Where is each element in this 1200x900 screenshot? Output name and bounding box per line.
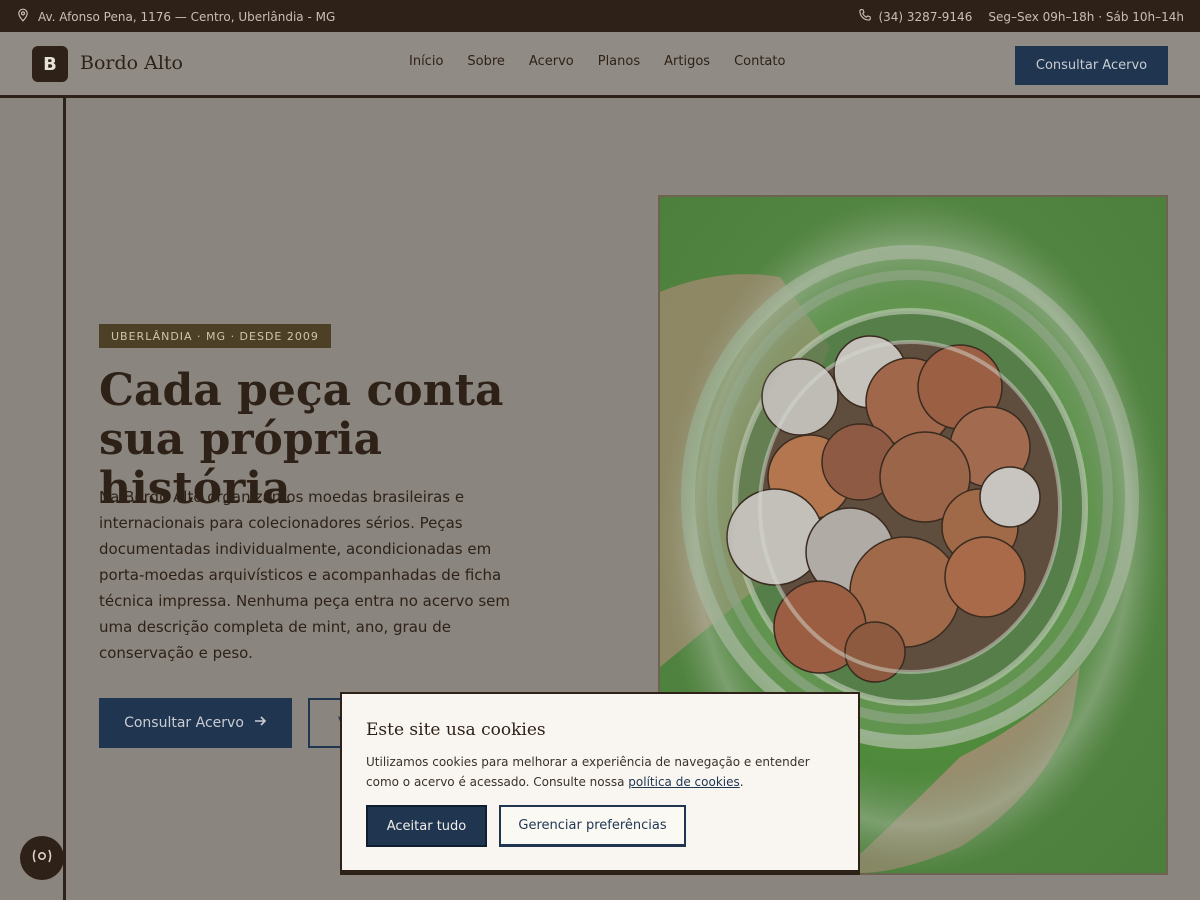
brand-name[interactable]: Bordo Alto — [80, 52, 183, 74]
cookie-text: Utilizamos cookies para melhorar a exper… — [366, 755, 810, 789]
map-pin-icon — [16, 8, 30, 25]
hero-consult-button[interactable]: Consultar Acervo — [99, 698, 292, 748]
nav-item-planos[interactable]: Planos — [598, 54, 640, 69]
nav-item-inicio[interactable]: Início — [409, 54, 443, 69]
nav-item-artigos[interactable]: Artigos — [664, 54, 710, 69]
accept-all-button[interactable]: Aceitar tudo — [366, 805, 487, 847]
location-tagline: UBERLÂNDIA · MG · DESDE 2009 — [99, 324, 331, 348]
nav-item-acervo[interactable]: Acervo — [529, 54, 574, 69]
top-info-bar: Av. Afonso Pena, 1176 — Centro, Uberlând… — [0, 0, 1200, 32]
logo-mark[interactable]: B — [32, 46, 68, 82]
phone-text: (34) 3287-9146 — [878, 9, 973, 24]
main-nav: Início Sobre Acervo Planos Artigos Conta… — [409, 54, 785, 69]
manage-preferences-button[interactable]: Gerenciar preferências — [499, 805, 686, 847]
phone-block[interactable]: (34) 3287-9146 — [858, 8, 972, 25]
cookie-title: Este site usa cookies — [366, 720, 546, 740]
privacy-widget-icon — [31, 848, 53, 868]
headline-line-1: Cada peça conta — [99, 365, 504, 416]
floating-widget-button[interactable] — [20, 836, 64, 880]
decorative-vertical-line — [63, 98, 66, 900]
address-block: Av. Afonso Pena, 1176 — Centro, Uberlând… — [16, 8, 335, 25]
phone-icon — [858, 8, 872, 25]
header-consult-button[interactable]: Consultar Acervo — [1015, 46, 1168, 85]
cookie-policy-link[interactable]: política de cookies — [628, 775, 739, 789]
cookie-description: Utilizamos cookies para melhorar a exper… — [366, 755, 810, 789]
address-text: Av. Afonso Pena, 1176 — Centro, Uberlând… — [38, 9, 336, 24]
nav-item-contato[interactable]: Contato — [734, 54, 785, 69]
opening-hours: Seg–Sex 09h–18h · Sáb 10h–14h — [988, 9, 1184, 24]
hero-lead: Na Bordo Alto organizamos moedas brasile… — [99, 488, 510, 662]
site-header: B Bordo Alto Início Sobre Acervo Planos … — [0, 32, 1200, 98]
nav-item-sobre[interactable]: Sobre — [467, 54, 505, 69]
cookie-consent-dialog: Este site usa cookies Utilizamos cookies… — [340, 692, 860, 875]
hero-consult-label: Consultar Acervo — [124, 715, 244, 731]
arrow-right-icon — [254, 715, 267, 731]
